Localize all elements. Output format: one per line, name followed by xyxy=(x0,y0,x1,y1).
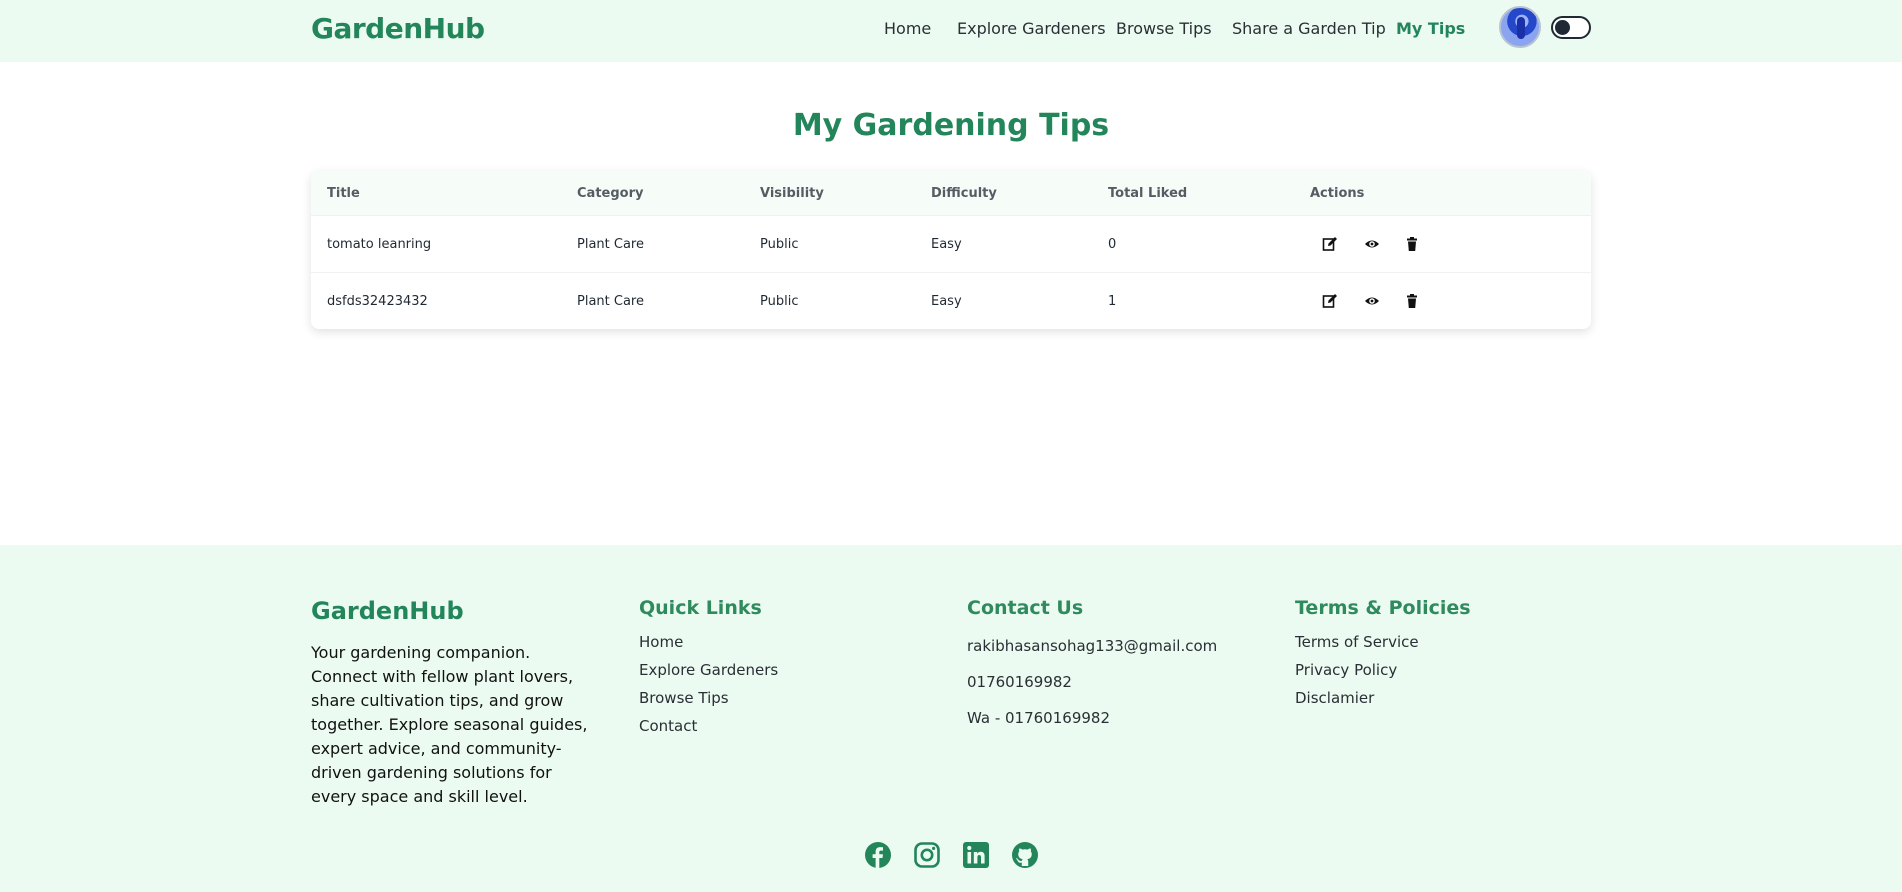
user-avatar[interactable] xyxy=(1499,6,1541,48)
footer-brand: GardenHub xyxy=(311,597,464,625)
col-category: Category xyxy=(577,186,644,201)
footer-link-browse-tips[interactable]: Browse Tips xyxy=(639,689,729,707)
linkedin-icon[interactable] xyxy=(962,841,990,869)
cell-visibility: Public xyxy=(760,294,799,309)
footer-link-disclaimer[interactable]: Disclamier xyxy=(1295,689,1374,707)
contact-phone: 01760169982 xyxy=(967,673,1072,691)
theme-toggle[interactable] xyxy=(1551,16,1591,39)
page-title: My Gardening Tips xyxy=(792,108,1110,143)
col-actions: Actions xyxy=(1310,186,1365,201)
cell-total-liked: 1 xyxy=(1108,294,1117,309)
col-total-liked: Total Liked xyxy=(1108,186,1188,201)
cell-difficulty: Easy xyxy=(931,294,962,309)
nav-share-garden-tip[interactable]: Share a Garden Tip xyxy=(1232,19,1386,38)
table-row: dsfds32423432 Plant Care Public Easy 1 xyxy=(311,273,1591,329)
eye-icon[interactable] xyxy=(1364,236,1380,252)
contact-whatsapp: Wa - 01760169982 xyxy=(967,709,1110,727)
footer-link-terms[interactable]: Terms of Service xyxy=(1295,633,1419,651)
col-difficulty: Difficulty xyxy=(931,186,997,201)
facebook-icon[interactable] xyxy=(864,841,892,869)
nav-home[interactable]: Home xyxy=(884,19,931,38)
edit-icon[interactable] xyxy=(1322,293,1338,309)
footer-link-privacy[interactable]: Privacy Policy xyxy=(1295,661,1397,679)
site-footer: GardenHub Your gardening companion. Conn… xyxy=(0,545,1902,892)
terms-heading: Terms & Policies xyxy=(1295,597,1471,619)
table-header: Title Category Visibility Difficulty Tot… xyxy=(311,171,1591,216)
footer-link-contact[interactable]: Contact xyxy=(639,717,697,735)
footer-link-home[interactable]: Home xyxy=(639,633,683,651)
contact-heading: Contact Us xyxy=(967,597,1084,619)
trash-icon[interactable] xyxy=(1404,293,1420,309)
cell-category: Plant Care xyxy=(577,237,644,252)
cell-title: dsfds32423432 xyxy=(327,294,428,309)
instagram-icon[interactable] xyxy=(913,841,941,869)
cell-category: Plant Care xyxy=(577,294,644,309)
footer-description: Your gardening companion. Connect with f… xyxy=(311,643,588,806)
cell-total-liked: 0 xyxy=(1108,237,1117,252)
cell-difficulty: Easy xyxy=(931,237,962,252)
nav-my-tips[interactable]: My Tips xyxy=(1396,19,1465,38)
nav-browse-tips[interactable]: Browse Tips xyxy=(1116,19,1212,38)
edit-icon[interactable] xyxy=(1322,236,1338,252)
main-nav: Home Explore Gardeners Browse Tips Share… xyxy=(0,19,1902,41)
col-visibility: Visibility xyxy=(760,186,824,201)
quick-links-heading: Quick Links xyxy=(639,597,762,619)
tips-table: Title Category Visibility Difficulty Tot… xyxy=(311,171,1591,329)
eye-icon[interactable] xyxy=(1364,293,1380,309)
top-navbar: GardenHub Home Explore Gardeners Browse … xyxy=(0,0,1902,62)
table-row: tomato leanring Plant Care Public Easy 0 xyxy=(311,216,1591,273)
cell-visibility: Public xyxy=(760,237,799,252)
github-icon[interactable] xyxy=(1011,841,1039,869)
nav-explore-gardeners[interactable]: Explore Gardeners xyxy=(957,19,1106,38)
cell-title: tomato leanring xyxy=(327,237,432,252)
trash-icon[interactable] xyxy=(1404,236,1420,252)
contact-email: rakibhasansohag133@gmail.com xyxy=(967,637,1218,655)
theme-toggle-knob xyxy=(1555,20,1570,35)
col-title: Title xyxy=(327,186,360,201)
footer-link-explore-gardeners[interactable]: Explore Gardeners xyxy=(639,661,778,679)
